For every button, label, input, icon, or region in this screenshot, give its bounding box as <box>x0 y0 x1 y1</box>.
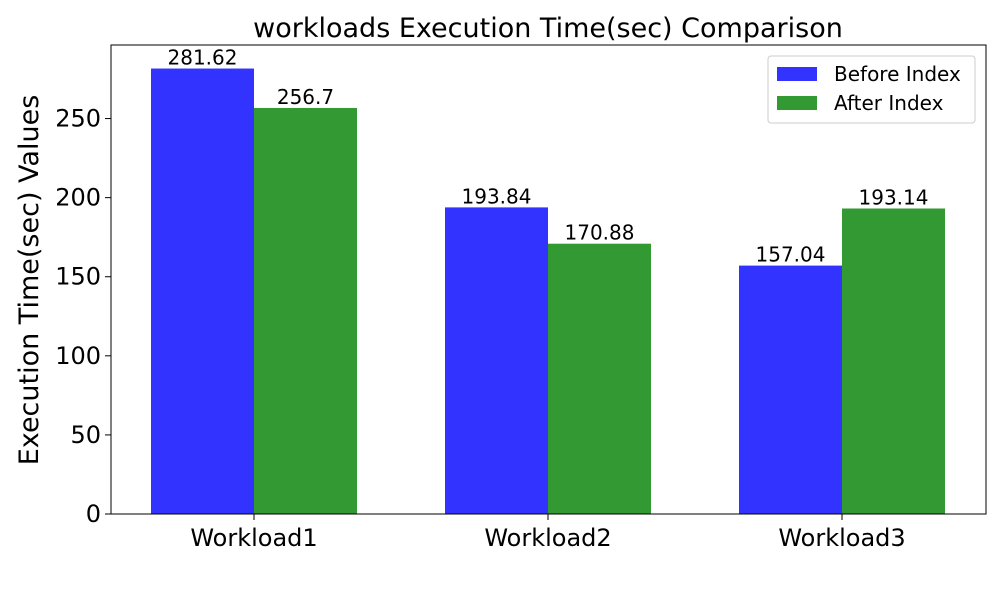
bar <box>739 265 842 514</box>
y-tick-label: 100 <box>55 342 101 370</box>
y-tick-label: 200 <box>55 184 101 212</box>
y-axis-label: Execution Time(sec) Values <box>14 95 45 466</box>
data-label: 281.62 <box>168 46 238 70</box>
data-label: 157.04 <box>756 243 826 267</box>
legend-label: After Index <box>834 91 944 115</box>
legend: Before Index After Index <box>767 55 976 124</box>
bar <box>445 207 548 515</box>
legend-swatch <box>777 67 817 81</box>
data-label: 193.14 <box>859 185 929 209</box>
y-tick-label: 50 <box>70 421 101 449</box>
y-tick-label: 150 <box>55 263 101 291</box>
y-tick-label: 0 <box>86 500 101 528</box>
bar <box>254 107 357 515</box>
bar-chart: workloads Execution Time(sec) Comparison… <box>14 13 987 552</box>
x-tick-label: Workload1 <box>190 524 317 552</box>
legend-swatch <box>777 96 817 110</box>
data-label: 170.88 <box>565 221 635 245</box>
x-tick-label: Workload2 <box>484 524 611 552</box>
bar <box>151 68 254 515</box>
x-tick-label: Workload3 <box>778 524 905 552</box>
chart-title: workloads Execution Time(sec) Comparison <box>253 13 843 44</box>
y-axis-ticks: 0 50 100 150 200 250 <box>55 105 111 528</box>
data-label: 256.7 <box>277 85 334 109</box>
legend-label: Before Index <box>834 62 961 86</box>
bar <box>842 208 945 514</box>
data-label: 193.84 <box>462 184 532 208</box>
bar <box>548 243 651 514</box>
bars-group <box>151 68 945 515</box>
y-tick-label: 250 <box>55 105 101 133</box>
x-axis-ticks: Workload1 Workload2 Workload3 <box>190 514 906 552</box>
